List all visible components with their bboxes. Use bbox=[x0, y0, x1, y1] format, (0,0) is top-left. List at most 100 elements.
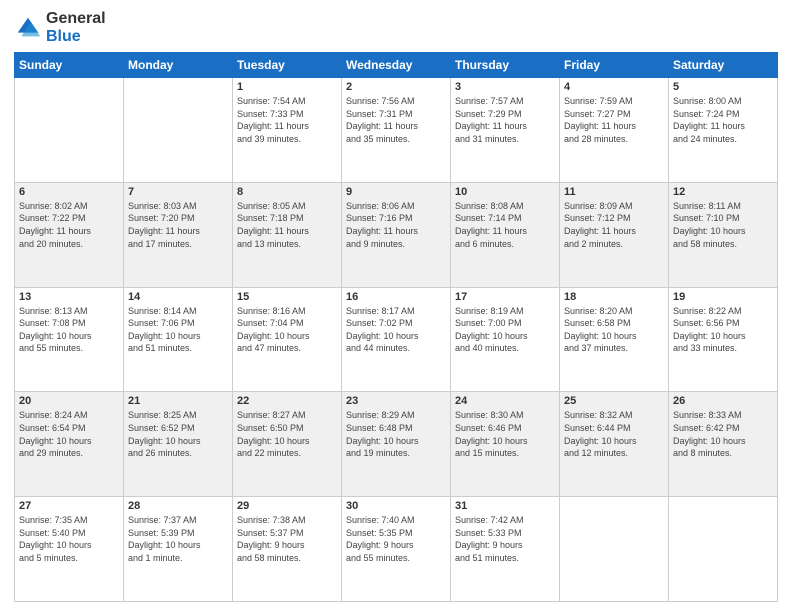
day-detail: Sunrise: 8:25 AM Sunset: 6:52 PM Dayligh… bbox=[128, 409, 228, 459]
day-detail: Sunrise: 8:08 AM Sunset: 7:14 PM Dayligh… bbox=[455, 200, 555, 250]
day-number: 18 bbox=[564, 291, 664, 303]
calendar-cell: 29Sunrise: 7:38 AM Sunset: 5:37 PM Dayli… bbox=[233, 497, 342, 602]
day-detail: Sunrise: 7:54 AM Sunset: 7:33 PM Dayligh… bbox=[237, 95, 337, 145]
day-number: 2 bbox=[346, 81, 446, 93]
calendar-cell: 10Sunrise: 8:08 AM Sunset: 7:14 PM Dayli… bbox=[451, 182, 560, 287]
day-number: 12 bbox=[673, 186, 773, 198]
day-number: 23 bbox=[346, 395, 446, 407]
calendar-cell: 2 Sunrise: 7:56 AM Sunset: 7:31 PM Daylig… bbox=[342, 78, 451, 183]
day-number: 4 bbox=[564, 81, 664, 93]
day-detail: Sunrise: 8:27 AM Sunset: 6:50 PM Dayligh… bbox=[237, 409, 337, 459]
calendar-header-row: SundayMondayTuesdayWednesdayThursdayFrid… bbox=[15, 53, 778, 78]
calendar-header-monday: Monday bbox=[124, 53, 233, 78]
day-detail: Sunrise: 8:11 AM Sunset: 7:10 PM Dayligh… bbox=[673, 200, 773, 250]
calendar-cell: 3 Sunrise: 7:57 AM Sunset: 7:29 PM Daylig… bbox=[451, 78, 560, 183]
day-detail: Sunrise: 8:33 AM Sunset: 6:42 PM Dayligh… bbox=[673, 409, 773, 459]
calendar-header-wednesday: Wednesday bbox=[342, 53, 451, 78]
day-detail: Sunrise: 7:56 AM Sunset: 7:31 PM Dayligh… bbox=[346, 95, 446, 145]
calendar-cell: 22Sunrise: 8:27 AM Sunset: 6:50 PM Dayli… bbox=[233, 392, 342, 497]
day-detail: Sunrise: 8:16 AM Sunset: 7:04 PM Dayligh… bbox=[237, 305, 337, 355]
day-number: 15 bbox=[237, 291, 337, 303]
calendar-cell bbox=[560, 497, 669, 602]
logo-text: General Blue bbox=[46, 10, 106, 46]
calendar-cell bbox=[124, 78, 233, 183]
day-detail: Sunrise: 8:00 AM Sunset: 7:24 PM Dayligh… bbox=[673, 95, 773, 145]
day-number: 19 bbox=[673, 291, 773, 303]
day-number: 5 bbox=[673, 81, 773, 93]
calendar-cell: 20 Sunrise: 8:24 AM Sunset: 6:54 PM Dayli… bbox=[15, 392, 124, 497]
day-detail: Sunrise: 7:35 AM Sunset: 5:40 PM Dayligh… bbox=[19, 514, 119, 564]
day-number: 21 bbox=[128, 395, 228, 407]
day-number: 26 bbox=[673, 395, 773, 407]
day-number: 3 bbox=[455, 81, 555, 93]
calendar-cell: 23Sunrise: 8:29 AM Sunset: 6:48 PM Dayli… bbox=[342, 392, 451, 497]
calendar-cell: 30 Sunrise: 7:40 AM Sunset: 5:35 PM Dayli… bbox=[342, 497, 451, 602]
calendar-cell: 6Sunrise: 8:02 AM Sunset: 7:22 PM Daylig… bbox=[15, 182, 124, 287]
day-number: 20 bbox=[19, 395, 119, 407]
day-detail: Sunrise: 7:37 AM Sunset: 5:39 PM Dayligh… bbox=[128, 514, 228, 564]
day-number: 25 bbox=[564, 395, 664, 407]
day-number: 13 bbox=[19, 291, 119, 303]
calendar-header-tuesday: Tuesday bbox=[233, 53, 342, 78]
day-number: 8 bbox=[237, 186, 337, 198]
day-number: 11 bbox=[564, 186, 664, 198]
day-number: 9 bbox=[346, 186, 446, 198]
calendar-week-row: 27 Sunrise: 7:35 AM Sunset: 5:40 PM Dayli… bbox=[15, 497, 778, 602]
day-detail: Sunrise: 7:38 AM Sunset: 5:37 PM Dayligh… bbox=[237, 514, 337, 564]
calendar-cell: 9 Sunrise: 8:06 AM Sunset: 7:16 PM Daylig… bbox=[342, 182, 451, 287]
day-detail: Sunrise: 8:32 AM Sunset: 6:44 PM Dayligh… bbox=[564, 409, 664, 459]
day-detail: Sunrise: 8:20 AM Sunset: 6:58 PM Dayligh… bbox=[564, 305, 664, 355]
calendar-cell: 24Sunrise: 8:30 AM Sunset: 6:46 PM Dayli… bbox=[451, 392, 560, 497]
calendar-cell: 11 Sunrise: 8:09 AM Sunset: 7:12 PM Dayli… bbox=[560, 182, 669, 287]
calendar-cell: 1 Sunrise: 7:54 AM Sunset: 7:33 PM Daylig… bbox=[233, 78, 342, 183]
calendar-cell: 5 Sunrise: 8:00 AM Sunset: 7:24 PM Daylig… bbox=[669, 78, 778, 183]
calendar-cell: 8Sunrise: 8:05 AM Sunset: 7:18 PM Daylig… bbox=[233, 182, 342, 287]
day-detail: Sunrise: 8:02 AM Sunset: 7:22 PM Dayligh… bbox=[19, 200, 119, 250]
logo-icon bbox=[14, 14, 42, 42]
calendar-cell bbox=[669, 497, 778, 602]
calendar-cell: 7Sunrise: 8:03 AM Sunset: 7:20 PM Daylig… bbox=[124, 182, 233, 287]
day-number: 24 bbox=[455, 395, 555, 407]
day-number: 30 bbox=[346, 500, 446, 512]
logo: General Blue bbox=[14, 10, 106, 46]
calendar-week-row: 1 Sunrise: 7:54 AM Sunset: 7:33 PM Daylig… bbox=[15, 78, 778, 183]
calendar-cell: 14 Sunrise: 8:14 AM Sunset: 7:06 PM Dayli… bbox=[124, 287, 233, 392]
day-detail: Sunrise: 8:14 AM Sunset: 7:06 PM Dayligh… bbox=[128, 305, 228, 355]
calendar-header-friday: Friday bbox=[560, 53, 669, 78]
day-detail: Sunrise: 7:42 AM Sunset: 5:33 PM Dayligh… bbox=[455, 514, 555, 564]
calendar-cell: 28 Sunrise: 7:37 AM Sunset: 5:39 PM Dayli… bbox=[124, 497, 233, 602]
day-number: 1 bbox=[237, 81, 337, 93]
calendar-cell: 18 Sunrise: 8:20 AM Sunset: 6:58 PM Dayli… bbox=[560, 287, 669, 392]
header: General Blue bbox=[14, 10, 778, 46]
day-detail: Sunrise: 8:13 AM Sunset: 7:08 PM Dayligh… bbox=[19, 305, 119, 355]
day-detail: Sunrise: 7:40 AM Sunset: 5:35 PM Dayligh… bbox=[346, 514, 446, 564]
day-detail: Sunrise: 8:03 AM Sunset: 7:20 PM Dayligh… bbox=[128, 200, 228, 250]
calendar-cell: 26 Sunrise: 8:33 AM Sunset: 6:42 PM Dayli… bbox=[669, 392, 778, 497]
calendar-cell: 17 Sunrise: 8:19 AM Sunset: 7:00 PM Dayli… bbox=[451, 287, 560, 392]
day-detail: Sunrise: 8:19 AM Sunset: 7:00 PM Dayligh… bbox=[455, 305, 555, 355]
calendar-cell: 19Sunrise: 8:22 AM Sunset: 6:56 PM Dayli… bbox=[669, 287, 778, 392]
day-detail: Sunrise: 8:17 AM Sunset: 7:02 PM Dayligh… bbox=[346, 305, 446, 355]
day-detail: Sunrise: 7:57 AM Sunset: 7:29 PM Dayligh… bbox=[455, 95, 555, 145]
day-detail: Sunrise: 8:24 AM Sunset: 6:54 PM Dayligh… bbox=[19, 409, 119, 459]
day-number: 28 bbox=[128, 500, 228, 512]
day-number: 27 bbox=[19, 500, 119, 512]
day-detail: Sunrise: 7:59 AM Sunset: 7:27 PM Dayligh… bbox=[564, 95, 664, 145]
calendar-week-row: 6Sunrise: 8:02 AM Sunset: 7:22 PM Daylig… bbox=[15, 182, 778, 287]
day-number: 31 bbox=[455, 500, 555, 512]
day-detail: Sunrise: 8:06 AM Sunset: 7:16 PM Dayligh… bbox=[346, 200, 446, 250]
day-number: 14 bbox=[128, 291, 228, 303]
calendar-cell: 13 Sunrise: 8:13 AM Sunset: 7:08 PM Dayli… bbox=[15, 287, 124, 392]
calendar-week-row: 20 Sunrise: 8:24 AM Sunset: 6:54 PM Dayli… bbox=[15, 392, 778, 497]
calendar-cell: 15 Sunrise: 8:16 AM Sunset: 7:04 PM Dayli… bbox=[233, 287, 342, 392]
calendar-cell: 16Sunrise: 8:17 AM Sunset: 7:02 PM Dayli… bbox=[342, 287, 451, 392]
calendar-header-saturday: Saturday bbox=[669, 53, 778, 78]
day-number: 17 bbox=[455, 291, 555, 303]
calendar-table: SundayMondayTuesdayWednesdayThursdayFrid… bbox=[14, 52, 778, 602]
calendar-cell: 25 Sunrise: 8:32 AM Sunset: 6:44 PM Dayli… bbox=[560, 392, 669, 497]
calendar-header-thursday: Thursday bbox=[451, 53, 560, 78]
calendar-week-row: 13 Sunrise: 8:13 AM Sunset: 7:08 PM Dayli… bbox=[15, 287, 778, 392]
calendar-cell: 31 Sunrise: 7:42 AM Sunset: 5:33 PM Dayli… bbox=[451, 497, 560, 602]
calendar-header-sunday: Sunday bbox=[15, 53, 124, 78]
day-detail: Sunrise: 8:09 AM Sunset: 7:12 PM Dayligh… bbox=[564, 200, 664, 250]
